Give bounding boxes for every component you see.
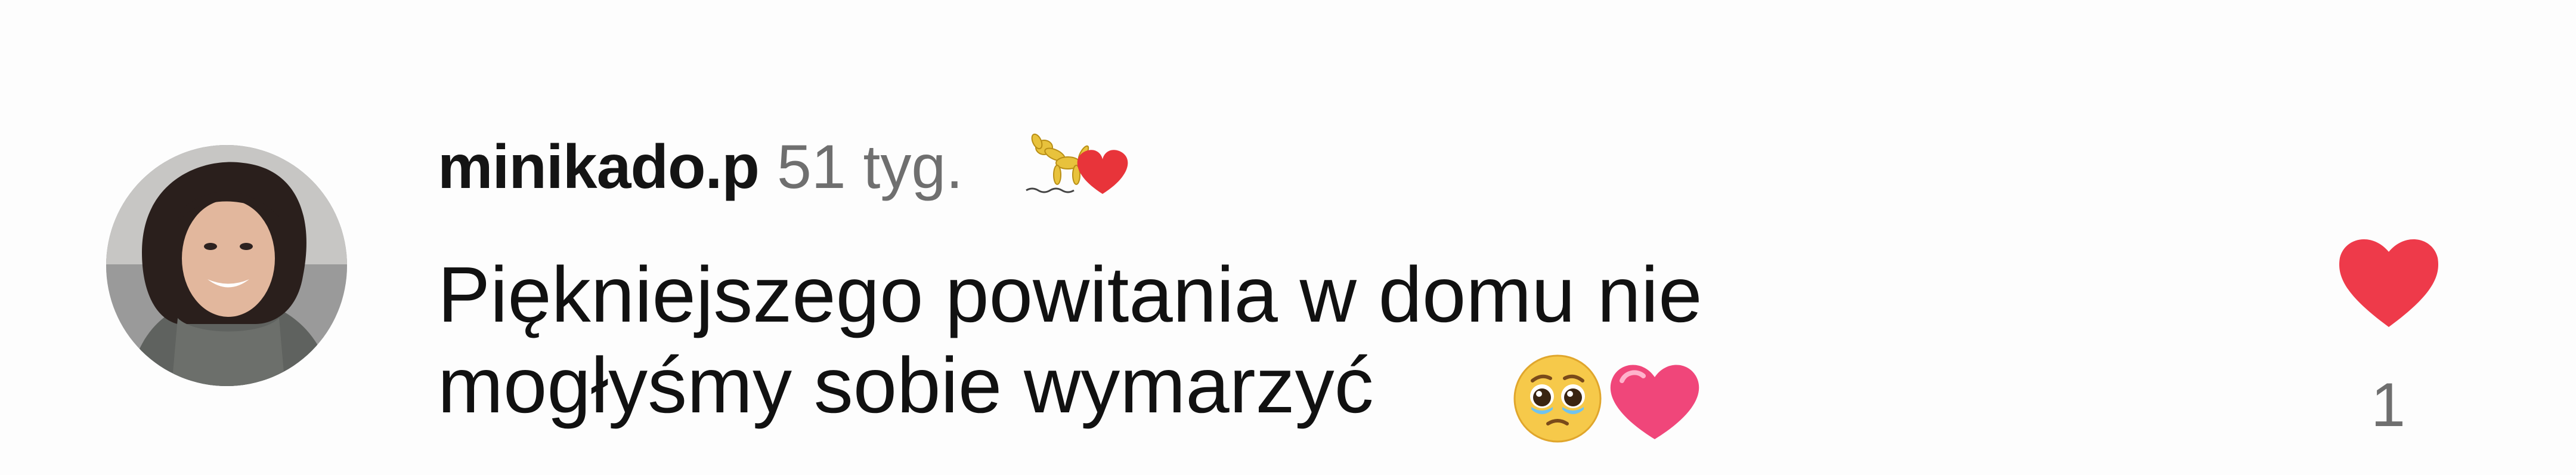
username-link[interactable]: minikado.p xyxy=(438,132,760,203)
comment-emojis xyxy=(1509,350,1705,445)
like-button[interactable] xyxy=(2336,232,2441,329)
avatar[interactable] xyxy=(106,145,347,386)
timestamp[interactable]: 51 tyg. xyxy=(777,132,963,203)
balloon-dog-heart-icon xyxy=(1014,128,1134,206)
comment-meta: minikado.p 51 tyg. xyxy=(438,128,1134,206)
pleading-face-emoji xyxy=(1513,354,1602,443)
avatar-image xyxy=(106,145,347,386)
comment-text: Piękniejszego powitania w domu nie mogły… xyxy=(438,251,1702,429)
pink-heart-emoji xyxy=(1610,365,1699,439)
heart-icon xyxy=(2339,239,2439,327)
like-count: 1 xyxy=(2371,371,2405,440)
comment-item: minikado.p 51 tyg. Piękniejszego powitan… xyxy=(0,0,2576,475)
